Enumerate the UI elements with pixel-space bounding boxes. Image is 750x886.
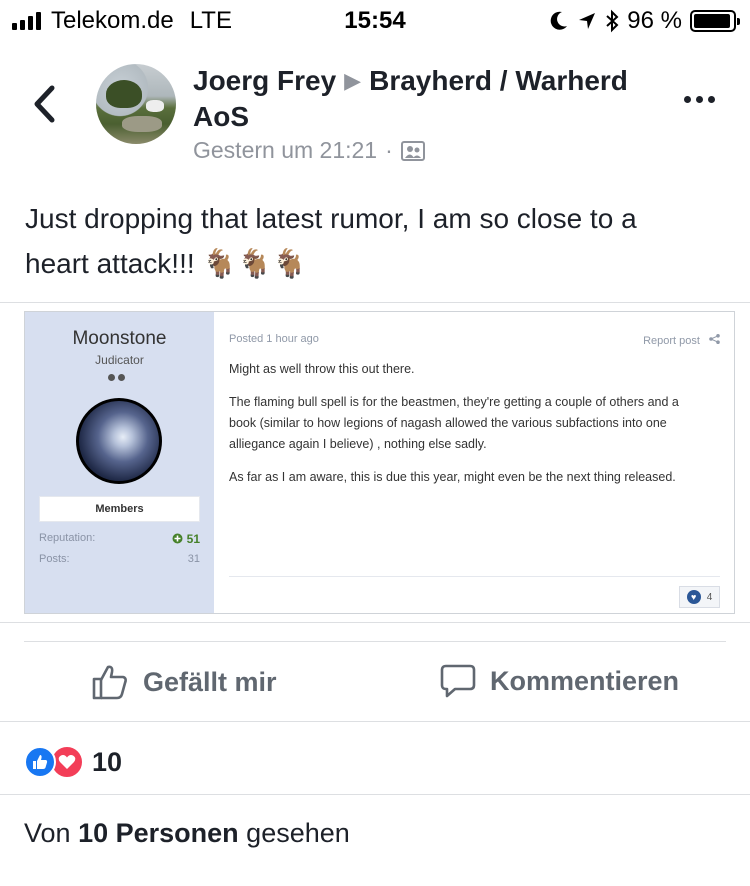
like-reaction-icon <box>24 746 56 778</box>
comment-button[interactable]: Kommentieren <box>440 663 679 699</box>
forum-rank: Judicator <box>95 353 144 367</box>
status-right: 96 % <box>549 7 740 35</box>
divider <box>0 794 750 795</box>
back-arrow-icon[interactable] <box>28 82 62 126</box>
reaction-count: 10 <box>92 746 123 777</box>
members-badge: Members <box>39 496 200 522</box>
location-arrow-icon <box>579 13 596 29</box>
seen-count: 10 Personen <box>78 818 239 848</box>
post-image[interactable]: Moonstone Judicator Members Reputation: … <box>24 311 735 614</box>
rank-pips <box>108 374 125 381</box>
posts-value: 31 <box>187 553 200 565</box>
comment-bubble-icon <box>440 664 476 698</box>
more-options-icon[interactable] <box>684 96 715 103</box>
forum-paragraph: The flaming bull spell is for the beastm… <box>229 395 679 451</box>
post-text-line: Just dropping that latest rumor, I am so… <box>25 203 637 234</box>
battery-icon <box>690 10 740 32</box>
thumbs-up-icon <box>92 665 127 700</box>
action-bar: Gefällt mir Kommentieren <box>0 641 750 721</box>
reactions-summary[interactable]: 10 <box>24 745 122 779</box>
forum-username: Moonstone <box>72 328 167 349</box>
post-timestamp[interactable]: Gestern um 21:21 <box>193 137 377 164</box>
divider <box>0 302 750 303</box>
posts-row: Posts: 31 <box>39 553 200 565</box>
comment-label: Kommentieren <box>490 665 680 696</box>
group-audience-icon <box>400 140 425 161</box>
share-icon <box>709 334 720 344</box>
post-header-title: Joerg Frey ▶ Brayherd / Warherd AoS <box>193 64 663 134</box>
forum-divider <box>229 576 720 577</box>
plus-circle-icon <box>172 533 183 544</box>
seen-by[interactable]: Von 10 Personen gesehen <box>24 818 350 849</box>
post-text-line: heart attack!!! 🐐🐐🐐 <box>25 248 308 279</box>
divider <box>0 721 750 722</box>
forum-paragraph: As far as I am aware, this is due this y… <box>229 470 676 484</box>
forum-post-body: Might as well throw this out there. The … <box>229 359 709 500</box>
posted-time: Posted 1 hour ago <box>229 333 319 345</box>
triangle-right-icon: ▶ <box>344 68 362 93</box>
forum-avatar <box>76 398 162 484</box>
forum-reaction-badge: ♥ 4 <box>679 586 720 608</box>
reputation-row: Reputation: 51 <box>39 532 200 546</box>
forum-paragraph: Might as well throw this out there. <box>229 362 415 376</box>
bluetooth-icon <box>606 9 619 33</box>
report-post-link: Report post <box>643 334 720 347</box>
author-name-link[interactable]: Joerg Frey <box>193 65 336 96</box>
forum-reaction-count: 4 <box>706 591 713 603</box>
reputation-label: Reputation: <box>39 532 96 544</box>
like-button[interactable]: Gefällt mir <box>91 663 277 701</box>
moon-icon <box>551 11 568 30</box>
divider <box>0 622 750 623</box>
meta-separator: · <box>385 137 393 163</box>
battery-percent: 96 % <box>627 7 682 34</box>
reputation-value: 51 <box>172 532 200 546</box>
posts-label: Posts: <box>39 553 70 565</box>
author-avatar[interactable] <box>96 64 176 144</box>
forum-user-panel: Moonstone Judicator Members Reputation: … <box>25 312 214 613</box>
like-label: Gefällt mir <box>143 666 277 697</box>
status-bar: Telekom.de LTE 15:54 96 % <box>0 0 750 40</box>
post-meta: Gestern um 21:21 · <box>193 137 425 164</box>
post-text: Just dropping that latest rumor, I am so… <box>25 196 725 286</box>
heart-icon: ♥ <box>686 590 701 604</box>
